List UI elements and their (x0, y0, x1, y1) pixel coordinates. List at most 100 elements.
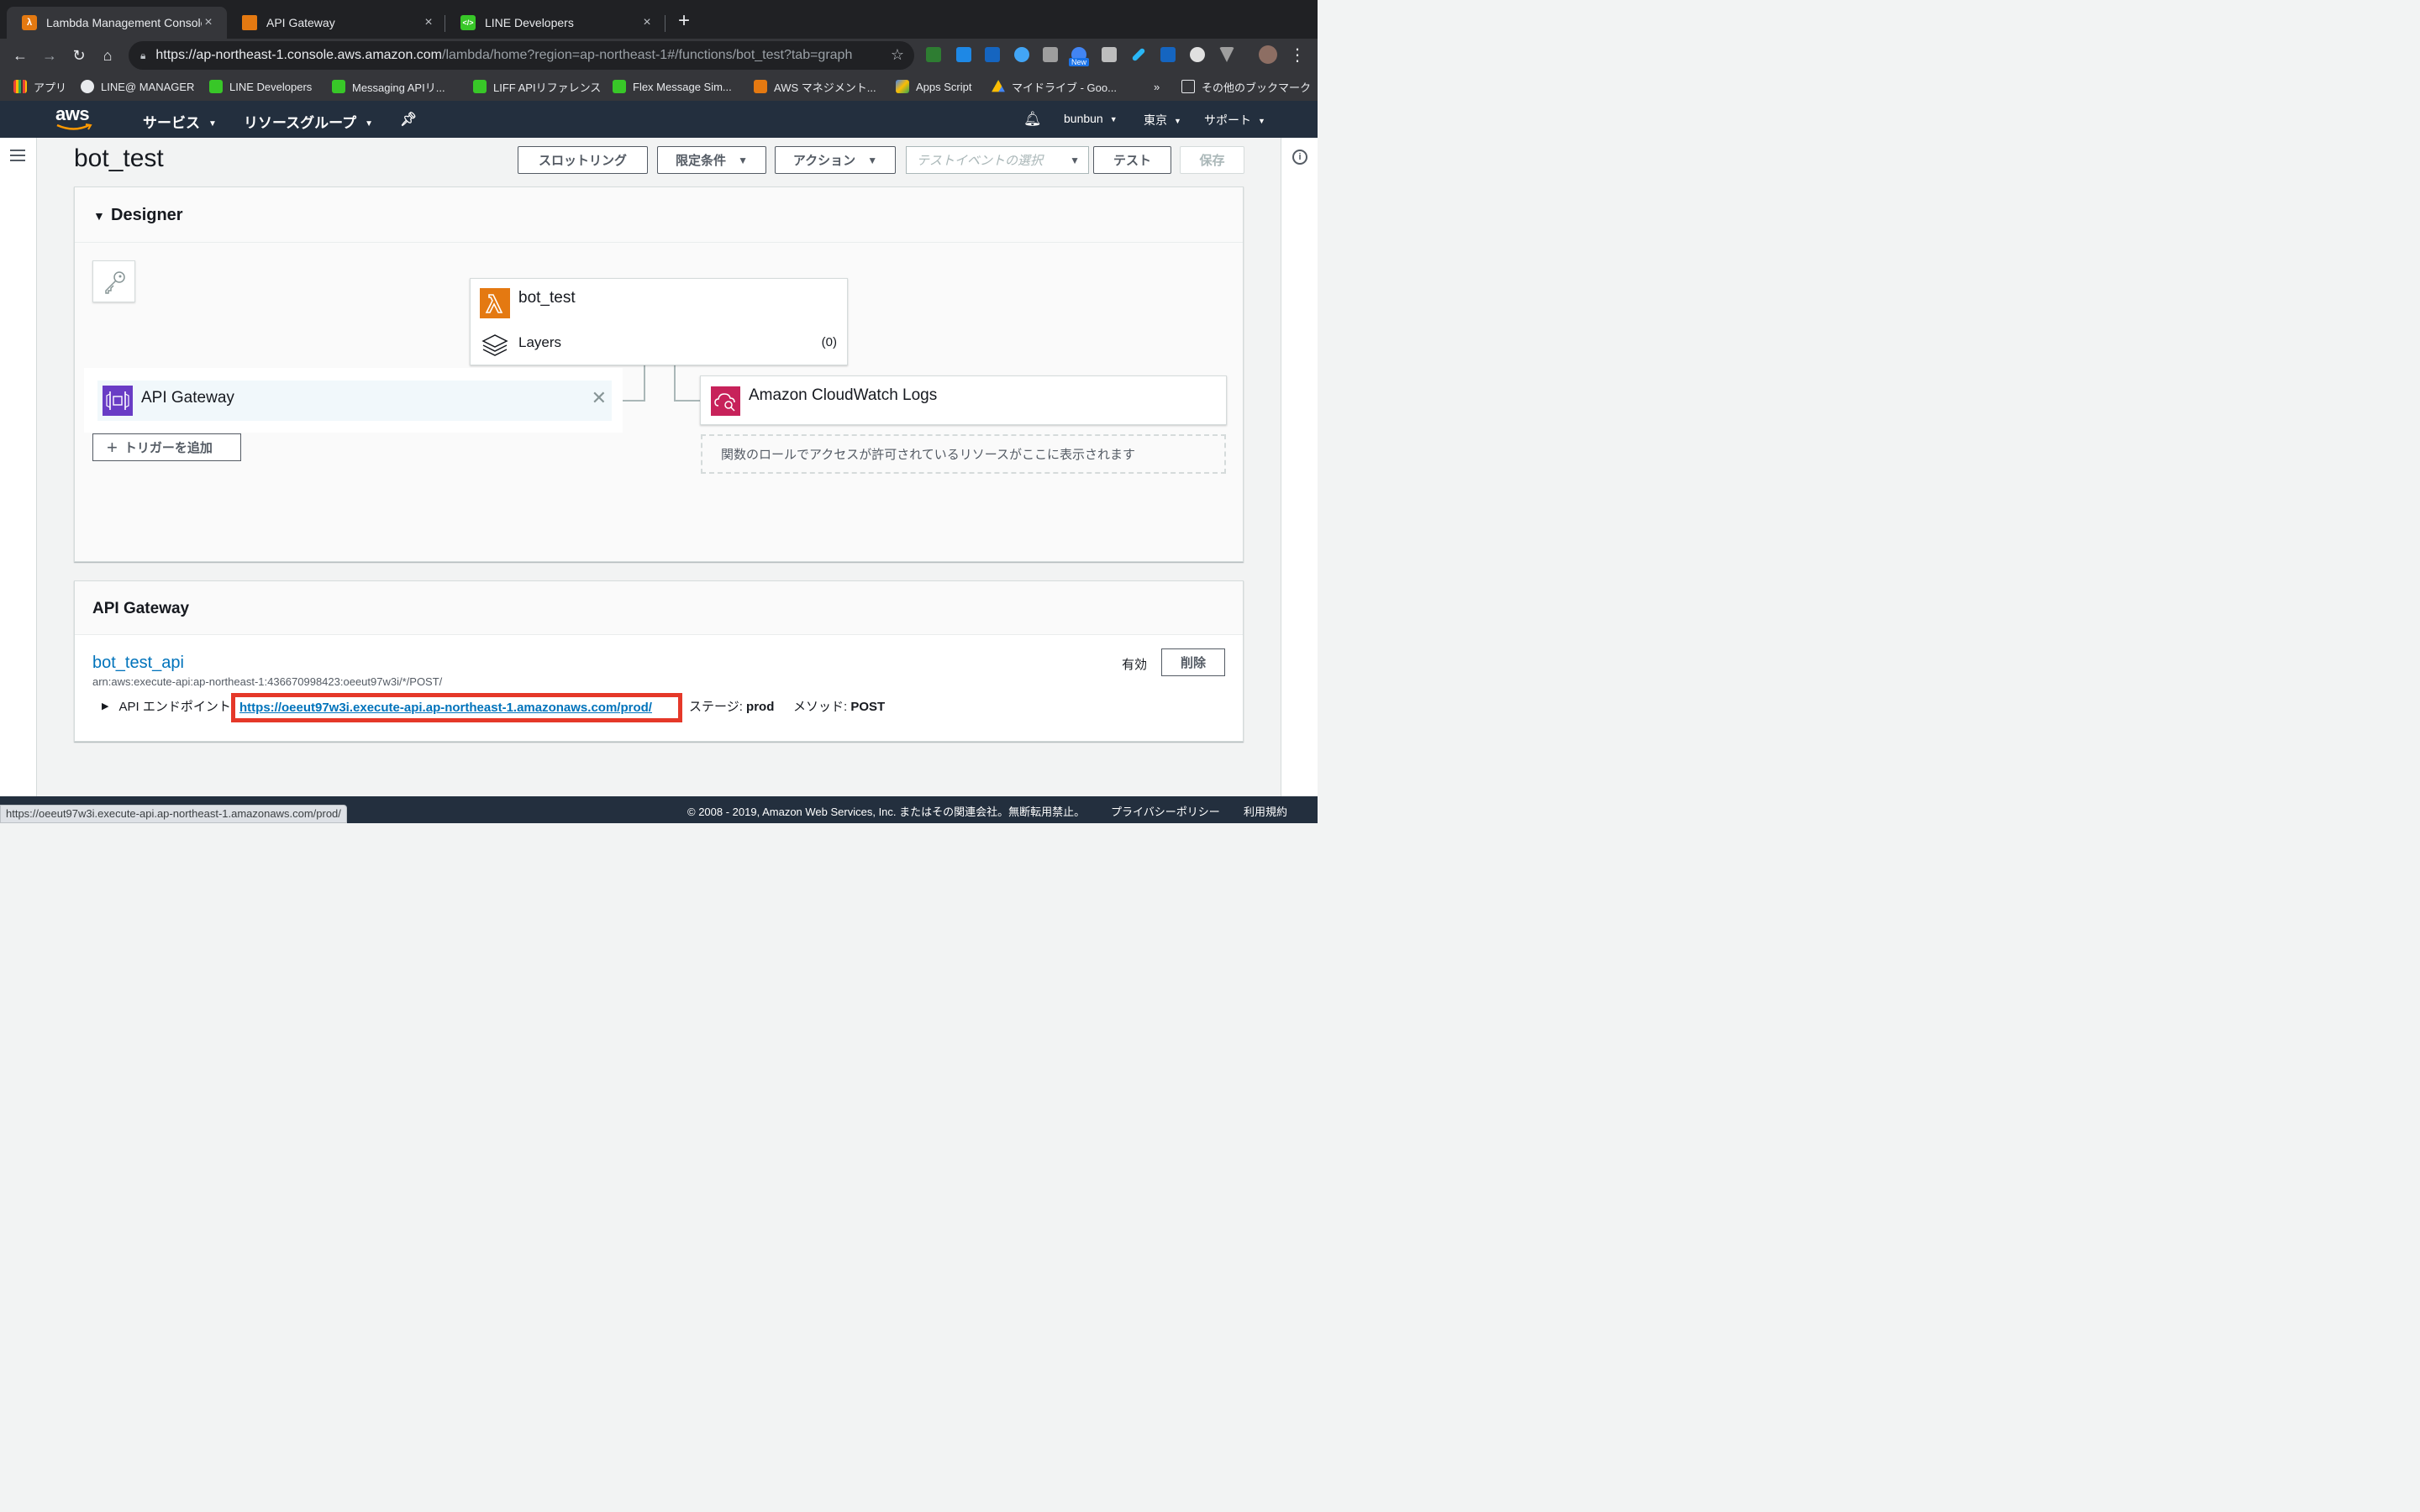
chevron-down-icon: ▼ (1258, 117, 1265, 125)
tab-title: API Gateway (266, 16, 335, 29)
back-arrow-icon[interactable]: ← (10, 45, 30, 66)
add-trigger-label: トリガーを追加 (124, 441, 213, 455)
close-icon[interactable]: × (202, 16, 215, 29)
apps-grid-icon (13, 80, 27, 93)
permissions-key-button[interactable] (92, 260, 135, 302)
aws-logo[interactable]: aws (55, 105, 94, 133)
caret-down-icon: ▼ (867, 154, 878, 166)
pin-icon[interactable]: 📌︎ (400, 111, 417, 128)
bookmark-apps[interactable]: アプリ (13, 77, 66, 96)
bookmark-google-drive[interactable]: マイドライブ - Goo... (992, 77, 1117, 96)
bookmark-aws-console[interactable]: AWS マネジメント... (754, 77, 876, 96)
collapse-triangle-icon[interactable]: ▼ (93, 209, 105, 223)
bookmark-flex-simulator[interactable]: Flex Message Sim... (613, 77, 732, 96)
extension-sheets-icon[interactable] (926, 47, 941, 62)
extension-m-icon[interactable] (1160, 47, 1176, 62)
info-icon[interactable]: i (1292, 150, 1307, 165)
resource-groups-label: リソースグループ (244, 115, 357, 131)
terms-link[interactable]: 利用規約 (1244, 803, 1287, 819)
test-event-placeholder: テストイベントの選択 (917, 154, 1044, 168)
bookmark-label: その他のブックマーク (1202, 81, 1312, 94)
new-badge: New (1069, 58, 1090, 66)
extension-hand-icon[interactable] (1190, 47, 1205, 62)
address-bar[interactable]: 🔒︎ https://ap-northeast-1.console.aws.am… (129, 41, 914, 70)
throttle-button[interactable]: スロットリング (518, 146, 648, 174)
bookmark-other[interactable]: その他のブックマーク (1181, 77, 1311, 96)
trigger-api-gateway[interactable]: API Gateway ✕ (97, 381, 612, 421)
api-name-link[interactable]: bot_test_api (92, 654, 184, 673)
add-trigger-button[interactable]: + トリガーを追加 (92, 433, 241, 461)
bookmark-label: マイドライブ - Goo... (1012, 81, 1117, 94)
page-title: bot_test (74, 144, 164, 172)
qualifiers-dropdown[interactable]: 限定条件 ▼ (657, 146, 766, 174)
bookmark-line-manager[interactable]: LINE@ MANAGER (81, 77, 194, 96)
destination-cloudwatch-logs[interactable]: Amazon CloudWatch Logs (700, 375, 1227, 425)
close-icon[interactable]: × (640, 16, 654, 29)
connector-line (674, 400, 700, 402)
extension-window-icon[interactable] (956, 47, 971, 62)
bookmark-label: Messaging APIリ... (352, 81, 445, 94)
bell-icon[interactable]: 🔔︎ (1023, 111, 1042, 128)
bookmark-label: Flex Message Sim... (633, 80, 732, 93)
tab-title: Lambda Management Console (46, 16, 202, 29)
stage-value: prod (746, 700, 775, 714)
account-menu[interactable]: bunbun ▼ (1064, 112, 1118, 125)
api-gateway-icon (103, 386, 133, 416)
extension-download-icon[interactable] (1102, 47, 1117, 62)
tab-separator (665, 15, 666, 32)
api-endpoint-url-link[interactable]: https://oeeut97w3i.execute-api.ap-northe… (239, 701, 652, 715)
bookmark-label: アプリ (34, 81, 67, 94)
function-node[interactable]: bot_test Layers (0) (470, 278, 848, 365)
test-button[interactable]: テスト (1093, 146, 1171, 174)
extension-comment-icon[interactable] (1043, 47, 1058, 62)
region-menu[interactable]: 東京 ▼ (1144, 112, 1181, 129)
extension-vue-icon[interactable] (1219, 47, 1234, 62)
extension-s-icon[interactable] (985, 47, 1000, 62)
support-menu[interactable]: サポート ▼ (1204, 112, 1265, 129)
reload-icon[interactable]: ↻ (69, 45, 89, 66)
test-event-select[interactable]: テストイベントの選択 ▼ (906, 146, 1089, 174)
bookmark-messaging-api[interactable]: Messaging APIリ... (332, 77, 445, 96)
bookmarks-overflow-button[interactable]: » (1154, 77, 1160, 96)
tab-line-developers[interactable]: </> LINE Developers × (445, 7, 666, 39)
new-tab-button[interactable]: + (674, 11, 694, 32)
hamburger-menu-icon[interactable] (10, 150, 25, 161)
tab-lambda-console[interactable]: λ Lambda Management Console × (7, 7, 227, 39)
home-icon[interactable]: ⌂ (97, 45, 118, 66)
tab-api-gateway[interactable]: API Gateway × (227, 7, 447, 39)
cloudwatch-icon (711, 386, 740, 416)
services-menu[interactable]: サービス ▼ (143, 111, 217, 132)
layers-label[interactable]: Layers (518, 334, 561, 351)
destination-label: Amazon CloudWatch Logs (749, 386, 938, 404)
chevron-down-icon: ▼ (365, 119, 374, 129)
code-favicon-icon: </> (460, 15, 476, 30)
forward-arrow-icon[interactable]: → (39, 45, 60, 66)
bookmark-label: LINE@ MANAGER (101, 80, 195, 93)
extension-layers-icon[interactable] (1014, 47, 1029, 62)
bookmark-apps-script[interactable]: Apps Script (896, 77, 971, 96)
support-label: サポート (1204, 113, 1251, 127)
profile-avatar[interactable] (1259, 45, 1277, 64)
close-icon[interactable]: ✕ (592, 387, 607, 409)
connector-line (623, 400, 645, 402)
actions-dropdown[interactable]: アクション ▼ (775, 146, 896, 174)
api-arn: arn:aws:execute-api:ap-northeast-1:43667… (92, 675, 443, 688)
delete-button[interactable]: 削除 (1161, 648, 1225, 676)
api-endpoint-row[interactable]: ▶ API エンドポイント (102, 697, 231, 714)
lambda-favicon-icon: λ (22, 15, 37, 30)
designer-header[interactable]: ▼ Designer (75, 187, 1243, 243)
privacy-policy-link[interactable]: プライバシーポリシー (1111, 803, 1220, 819)
chrome-menu-icon[interactable]: ⋮ (1287, 45, 1307, 66)
expand-triangle-icon[interactable]: ▶ (102, 701, 108, 711)
bookmark-line-developers[interactable]: LINE Developers (209, 77, 312, 96)
trigger-label: API Gateway (141, 389, 234, 407)
copyright-text: © 2008 - 2019, Amazon Web Services, Inc.… (687, 806, 1086, 818)
bookmark-liff-api[interactable]: LIFF APIリファレンス (473, 77, 601, 96)
resource-groups-menu[interactable]: リソースグループ ▼ (244, 111, 373, 132)
bookmarks-bar: アプリ LINE@ MANAGER LINE Developers Messag… (0, 72, 1318, 101)
close-icon[interactable]: × (422, 16, 435, 29)
extension-pen-icon[interactable] (1131, 47, 1146, 62)
api-gateway-panel-title: API Gateway (92, 600, 190, 617)
save-button[interactable]: 保存 (1180, 146, 1244, 174)
bookmark-star-icon[interactable]: ☆ (891, 46, 904, 64)
